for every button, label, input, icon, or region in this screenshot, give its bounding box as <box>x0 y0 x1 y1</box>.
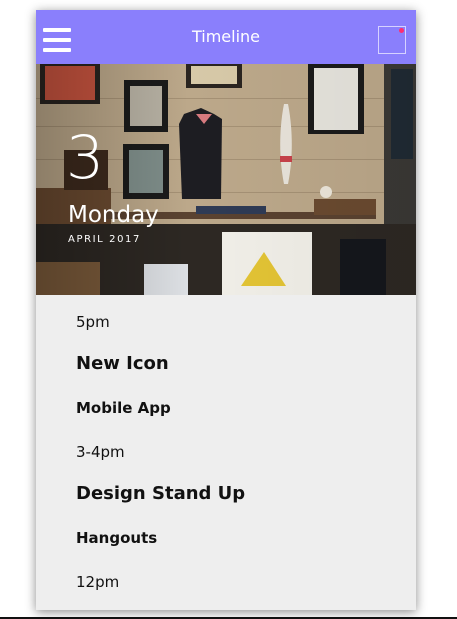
event-subtitle: Mobile App <box>76 399 171 417</box>
hero-image: 3 Monday APRIL 2017 <box>36 64 416 295</box>
notification-button[interactable] <box>378 26 406 54</box>
notification-dot-icon <box>399 28 404 33</box>
page-title: Timeline <box>191 27 261 46</box>
day-number: 3 <box>66 123 105 193</box>
mobile-frame: Timeline 3 Monday APRIL 2017 5pm New Ico… <box>36 10 416 610</box>
event-time-label: 3-4pm <box>76 443 125 461</box>
event-title[interactable]: New Icon <box>76 353 169 374</box>
month-year: APRIL 2017 <box>68 234 141 245</box>
event-time-label: 12pm <box>76 573 120 591</box>
event-title[interactable]: Design Stand Up <box>76 483 245 504</box>
app-bar: Timeline <box>36 10 416 64</box>
event-time-label: 5pm <box>76 313 110 331</box>
day-name: Monday <box>68 202 159 228</box>
event-subtitle: Hangouts <box>76 529 158 547</box>
